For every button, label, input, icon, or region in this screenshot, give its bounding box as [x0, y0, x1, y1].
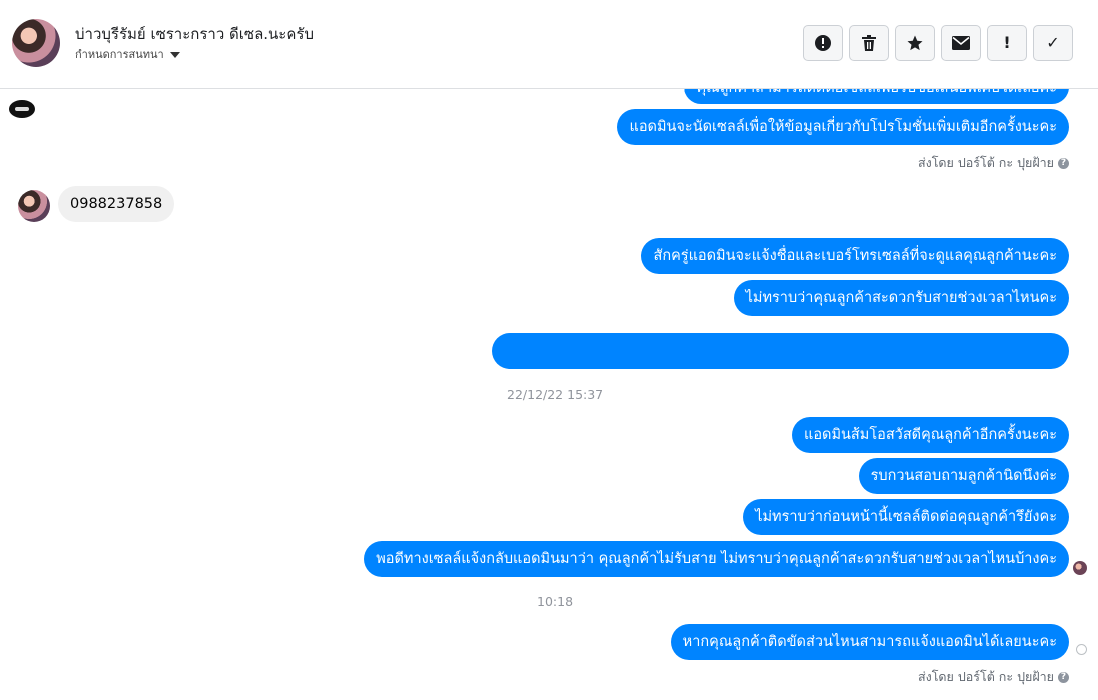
header-toolbar: ! ✓ — [803, 25, 1073, 61]
sent-by-label: ส่งโดย ปอร์โต้ กะ ปุยฝ้าย ? — [918, 667, 1069, 687]
contact-avatar-small[interactable] — [18, 190, 50, 222]
message-text: สักครู่แอดมินจะแจ้งชื่อและเบอร์โทรเซลล์ท… — [653, 248, 1057, 264]
conversation-settings-dropdown[interactable]: กำหนดการสนทนา — [75, 45, 180, 63]
sent-status-icon — [1076, 644, 1087, 655]
report-button[interactable] — [803, 25, 843, 61]
message-text: ไม่ทราบว่าก่อนหน้านี้เซลล์ติดต่อคุณลูกค้… — [755, 509, 1057, 525]
message-bubble-outgoing[interactable]: แอดมินส้มโอสวัสดีคุณลูกค้าอีกครั้งนะคะ — [791, 417, 1069, 453]
subtitle-label: กำหนดการสนทนา — [75, 48, 164, 61]
message-bubble-incoming[interactable]: 0988237858 — [58, 186, 175, 222]
sent-by-label: ส่งโดย ปอร์โต้ กะ ปุยฝ้าย ? — [918, 153, 1069, 173]
sent-by-text: ส่งโดย ปอร์โต้ กะ ปุยฝ้าย — [917, 669, 1054, 684]
message-bubble-outgoing[interactable]: พอดีทางเซลล์แจ้งกลับแอดมินมาว่า คุณลูกค้… — [364, 541, 1069, 577]
help-icon[interactable]: ? — [1058, 671, 1069, 683]
message-text: ไม่ทราบว่าคุณลูกค้าสะดวกรับสายช่วงเวลาไห… — [745, 290, 1057, 306]
delete-button[interactable] — [849, 25, 889, 61]
message-text: แอดมินจะนัดเซลล์เพื่อให้ข้อมูลเกี่ยวกับโ… — [629, 119, 1057, 135]
message-text: แอดมินส้มโอสวัสดีคุณลูกค้าอีกครั้งนะคะ — [803, 427, 1057, 443]
message-text: หากคุณลูกค้าติดขัดส่วนไหนสามารถแจ้งแอดมิ… — [682, 634, 1057, 650]
message-bubble-outgoing[interactable]: รบกวนสอบถามลูกค้านิดนึงค่ะ — [858, 458, 1069, 494]
message-bubble-outgoing[interactable]: ว่าที่ ร.ต เพ็ง จันทิมา 080-8319574 ชื่อ… — [492, 333, 1069, 395]
report-icon — [815, 35, 831, 51]
star-button[interactable] — [895, 25, 935, 61]
page-logo — [9, 100, 35, 118]
message-text: รบกวนสอบถามลูกค้านิดนึงค่ะ — [870, 468, 1057, 484]
exclamation-icon: ! — [1003, 33, 1011, 52]
done-button[interactable]: ✓ — [1033, 25, 1073, 61]
help-icon[interactable]: ? — [1058, 157, 1069, 169]
spam-button[interactable]: ! — [987, 25, 1027, 61]
message-bubble-outgoing[interactable]: ไม่ทราบว่าคุณลูกค้าสะดวกรับสายช่วงเวลาไห… — [733, 280, 1069, 316]
sent-by-text: ส่งโดย ปอร์โต้ กะ ปุยฝ้าย — [917, 155, 1054, 170]
message-text: 0988237858 — [70, 196, 163, 212]
star-icon — [907, 35, 923, 51]
check-icon: ✓ — [1046, 33, 1060, 52]
timestamp: 10:18 — [537, 594, 574, 609]
message-bubble-outgoing[interactable]: แอดมินจะนัดเซลล์เพื่อให้ข้อมูลเกี่ยวกับโ… — [617, 109, 1069, 145]
conversation-header: บ่าวบุรีรัมย์ เซราะกราว ดีเซล.นะครับ กำห… — [0, 0, 1098, 89]
caret-down-icon — [169, 51, 180, 58]
contact-avatar[interactable] — [12, 19, 60, 67]
message-bubble-outgoing[interactable]: สักครู่แอดมินจะแจ้งชื่อและเบอร์โทรเซลล์ท… — [641, 238, 1069, 274]
mark-unread-button[interactable] — [941, 25, 981, 61]
message-text: พอดีทางเซลล์แจ้งกลับแอดมินมาว่า คุณลูกค้… — [376, 551, 1057, 567]
message-bubble-outgoing[interactable]: หากคุณลูกค้าติดขัดส่วนไหนสามารถแจ้งแอดมิ… — [670, 624, 1069, 660]
envelope-icon — [952, 36, 970, 50]
seen-avatar — [1073, 561, 1087, 575]
trash-icon — [862, 35, 876, 51]
contact-name[interactable]: บ่าวบุรีรัมย์ เซราะกราว ดีเซล.นะครับ — [75, 22, 314, 46]
timestamp: 22/12/22 15:37 — [507, 387, 604, 402]
message-bubble-outgoing[interactable]: ไม่ทราบว่าก่อนหน้านี้เซลล์ติดต่อคุณลูกค้… — [743, 499, 1069, 535]
